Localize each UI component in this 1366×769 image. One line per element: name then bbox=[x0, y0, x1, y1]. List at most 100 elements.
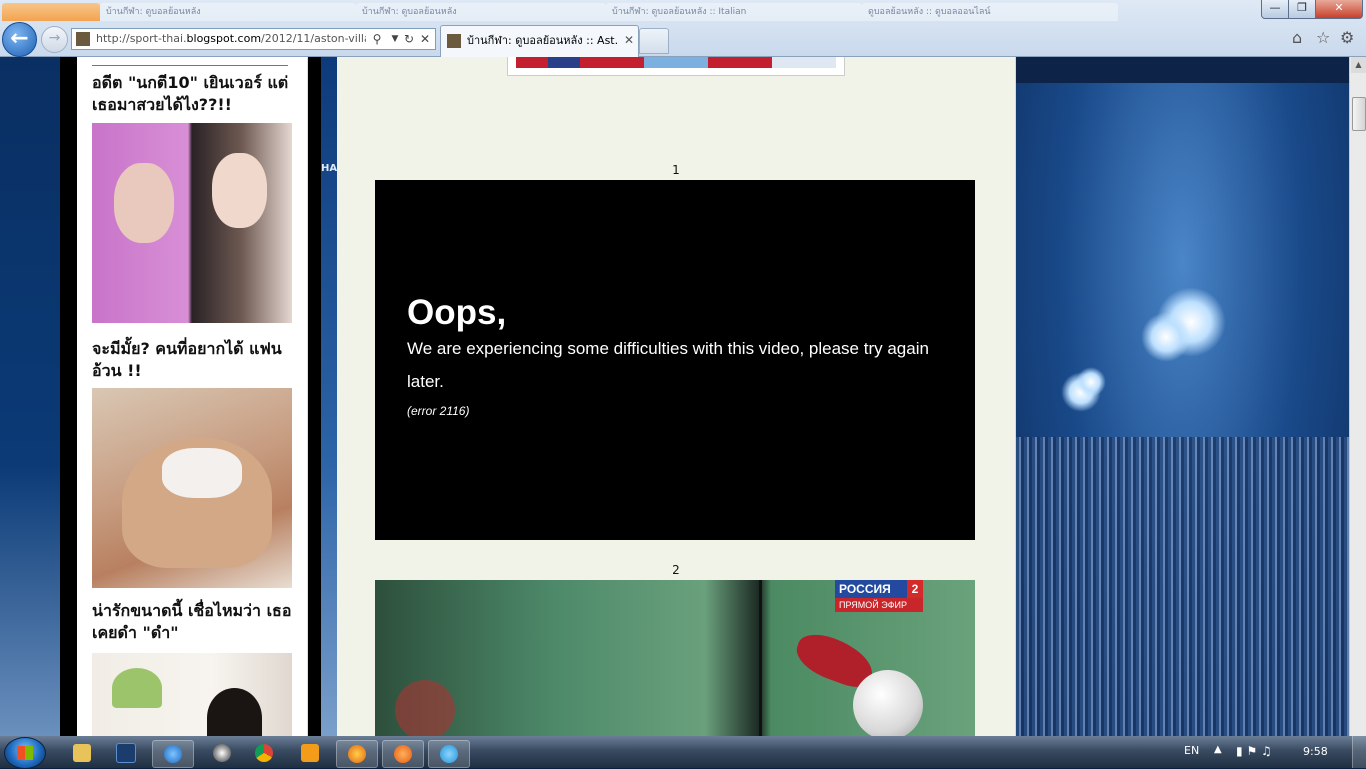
browser-chrome: บ้านกีฬา: ดูบอลย้อนหลัง บ้านกีฬา: ดูบอลย… bbox=[0, 0, 1366, 57]
taskbar-skype[interactable] bbox=[428, 740, 470, 768]
photoshop-icon bbox=[116, 743, 136, 763]
video-error-text-block: We are experiencing some difficulties wi… bbox=[407, 332, 947, 418]
windows-logo-icon bbox=[17, 746, 33, 760]
sidebar-post-title[interactable]: อดีต "นกตี10" เยินเวอร์ แต่เธอมาสวยได้ไง… bbox=[92, 72, 302, 116]
video-error-message: We are experiencing some difficulties wi… bbox=[407, 339, 929, 391]
stadium-light bbox=[1141, 312, 1191, 362]
maximize-button[interactable]: ❐ bbox=[1288, 0, 1316, 19]
video-error-title: Oops, bbox=[407, 293, 507, 332]
action-center-icon[interactable]: ⚑ bbox=[1246, 744, 1257, 758]
vertical-scrollbar[interactable]: ▲ bbox=[1349, 57, 1366, 736]
address-bar[interactable]: http://sport-thai.blogspot.com/2012/11/a… bbox=[71, 28, 436, 50]
background-tab[interactable]: บ้านกีฬา: ดูบอลย้อนหลัง bbox=[356, 3, 606, 21]
sidebar-post-image[interactable] bbox=[92, 123, 292, 323]
background-tab[interactable]: ดูบอลย้อนหลัง :: ดูบอลออนไลน์ bbox=[862, 3, 1118, 21]
sidebar: อดีต "นกตี10" เยินเวอร์ แต่เธอมาสวยได้ไง… bbox=[77, 57, 308, 736]
scroll-up-arrow-icon[interactable]: ▲ bbox=[1351, 57, 1366, 73]
background-tab-strip: บ้านกีฬา: ดูบอลย้อนหลัง บ้านกีฬา: ดูบอลย… bbox=[0, 0, 1260, 24]
taskbar-explorer[interactable] bbox=[62, 740, 102, 766]
firefox-icon bbox=[348, 745, 366, 763]
photo-detail bbox=[162, 448, 242, 498]
show-hidden-icons-icon[interactable]: ▲ bbox=[1214, 744, 1222, 755]
active-tab-title: บ้านกีฬา: ดูบอลย้อนหลัง :: Ast... bbox=[467, 34, 617, 47]
site-favicon-icon bbox=[447, 34, 461, 48]
language-indicator[interactable]: EN bbox=[1184, 744, 1199, 757]
home-icon[interactable]: ⌂ bbox=[1292, 28, 1302, 47]
taskbar-media-player[interactable] bbox=[202, 740, 242, 766]
banner-image-strip bbox=[516, 57, 836, 68]
refresh-icon[interactable]: ↻ bbox=[402, 29, 416, 49]
taskbar-ubuntu[interactable] bbox=[382, 740, 424, 768]
minimize-button[interactable]: — bbox=[1261, 0, 1289, 19]
background-tab[interactable]: บ้านกีฬา: ดูบอลย้อนหลัง :: Italian bbox=[606, 3, 862, 21]
media-center-icon bbox=[301, 744, 319, 762]
taskbar-photoshop[interactable] bbox=[106, 740, 146, 766]
page-background-left bbox=[0, 57, 60, 736]
start-button[interactable] bbox=[4, 737, 46, 769]
video-number: 1 bbox=[672, 163, 680, 177]
video-number: 2 bbox=[672, 563, 680, 577]
background-stadium-right bbox=[1016, 57, 1349, 736]
sidebar-post-image[interactable] bbox=[92, 388, 292, 588]
background-tab[interactable] bbox=[2, 3, 100, 21]
photo-face bbox=[212, 153, 267, 228]
sidebar-post-image[interactable] bbox=[92, 653, 292, 736]
forward-button[interactable]: → bbox=[41, 26, 68, 53]
skype-icon bbox=[440, 745, 458, 763]
stadium-roof bbox=[1016, 57, 1349, 83]
dropdown-arrow-icon[interactable]: ▼ bbox=[388, 29, 402, 49]
background-logo-text: HA bbox=[321, 163, 338, 174]
channel-number: 2 bbox=[907, 580, 923, 598]
page-border bbox=[60, 57, 77, 736]
taskbar-firefox[interactable] bbox=[336, 740, 378, 768]
channel-live-label: ПРЯМОЙ ЭФИР bbox=[835, 598, 923, 612]
show-desktop-button[interactable] bbox=[1352, 736, 1366, 768]
chrome-icon bbox=[255, 744, 273, 762]
video-frame-detail bbox=[395, 680, 455, 736]
sidebar-divider bbox=[92, 65, 288, 66]
stadium-light bbox=[1076, 367, 1106, 397]
back-button[interactable]: ← bbox=[2, 22, 37, 57]
search-icon[interactable]: ⚲ bbox=[370, 29, 384, 49]
page-gutter bbox=[308, 57, 321, 736]
tv-channel-badge: РОССИЯ 2 ПРЯМОЙ ЭФИР bbox=[835, 580, 923, 614]
tab-close-icon[interactable]: ✕ bbox=[624, 26, 634, 55]
background-tab[interactable]: บ้านกีฬา: ดูบอลย้อนหลัง bbox=[100, 3, 356, 21]
internet-explorer-icon bbox=[164, 745, 182, 763]
taskbar-internet-explorer[interactable] bbox=[152, 740, 194, 768]
sidebar-post-title[interactable]: น่ารักขนาดนี้ เชื่อไหมว่า เธอเคยดำ "ดำ" bbox=[92, 600, 302, 644]
forward-arrow-icon: → bbox=[48, 30, 61, 46]
folder-icon bbox=[73, 744, 91, 762]
volume-icon[interactable]: ♫ bbox=[1261, 744, 1272, 758]
taskbar-chrome[interactable] bbox=[244, 740, 284, 766]
taskbar-media-center[interactable] bbox=[290, 740, 330, 766]
system-tray: ▮ ⚑ ♫ bbox=[1236, 744, 1272, 758]
favorites-star-icon[interactable]: ☆ bbox=[1316, 28, 1330, 47]
back-arrow-icon: ← bbox=[10, 26, 29, 51]
settings-gear-icon[interactable]: ⚙ bbox=[1340, 28, 1354, 47]
video-split-divider bbox=[759, 580, 762, 736]
photo-subject bbox=[207, 688, 262, 736]
new-tab-button[interactable] bbox=[639, 28, 669, 54]
video-player[interactable]: РОССИЯ 2 ПРЯМОЙ ЭФИР bbox=[375, 580, 975, 736]
banner-image[interactable] bbox=[507, 57, 845, 76]
photo-plant bbox=[112, 668, 162, 708]
ubuntu-icon bbox=[394, 745, 412, 763]
close-window-button[interactable]: ✕ bbox=[1315, 0, 1363, 19]
stadium-crowd bbox=[1016, 437, 1349, 736]
active-tab[interactable]: บ้านกีฬา: ดูบอลย้อนหลัง :: Ast... ✕ bbox=[440, 25, 639, 57]
photo-face bbox=[114, 163, 174, 243]
clock[interactable]: 9:58 bbox=[1303, 745, 1328, 758]
network-icon[interactable]: ▮ bbox=[1236, 744, 1243, 758]
site-favicon-icon bbox=[76, 32, 90, 46]
stop-icon[interactable]: ✕ bbox=[418, 29, 432, 49]
scrollbar-thumb[interactable] bbox=[1352, 97, 1366, 131]
media-player-icon bbox=[213, 744, 231, 762]
address-url[interactable]: http://sport-thai.blogspot.com/2012/11/a… bbox=[96, 29, 366, 49]
background-stadium-left: HA bbox=[321, 57, 337, 736]
video-frame-ball bbox=[853, 670, 923, 736]
sidebar-post-title[interactable]: จะมีมั้ย? คนที่อยากได้ แฟนอ้วน !! bbox=[92, 338, 302, 382]
video-error-code: (error 2116) bbox=[407, 404, 470, 418]
channel-name: РОССИЯ bbox=[839, 582, 891, 596]
taskbar: EN ▲ ▮ ⚑ ♫ 9:58 bbox=[0, 736, 1366, 769]
